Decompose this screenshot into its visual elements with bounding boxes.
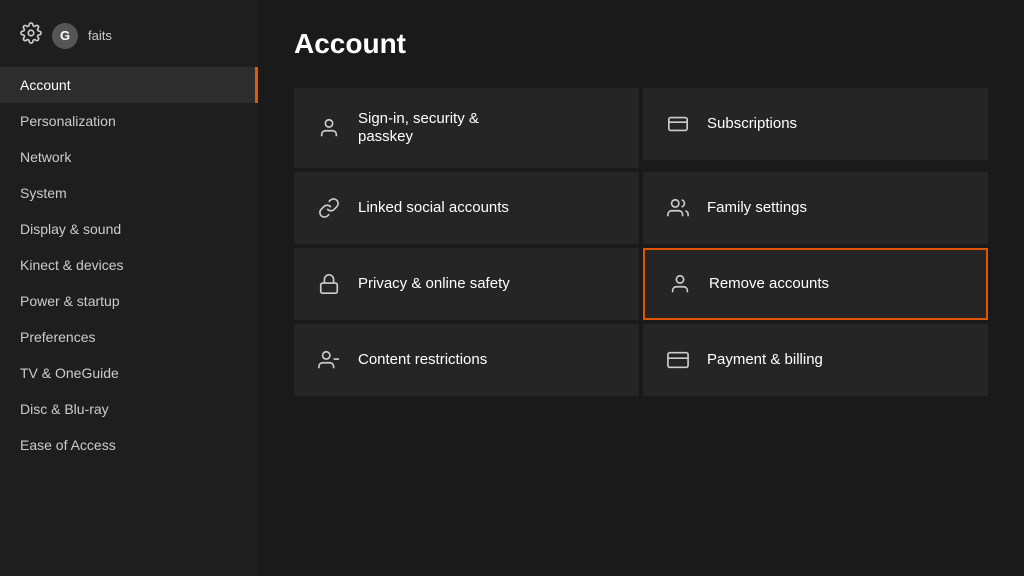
family-settings-label: Family settings — [707, 199, 807, 217]
sidebar-nav: Account Personalization Network System D… — [0, 67, 258, 463]
subscriptions-icon — [665, 113, 691, 135]
linked-social-label: Linked social accounts — [358, 199, 509, 217]
sidebar-item-account[interactable]: Account — [0, 67, 258, 103]
privacy-safety-label: Privacy & online safety — [358, 275, 510, 293]
remove-accounts-label: Remove accounts — [709, 275, 829, 293]
linked-social-item[interactable]: Linked social accounts — [294, 172, 639, 244]
remove-accounts-icon — [667, 273, 693, 295]
sidebar-item-disc-bluray[interactable]: Disc & Blu-ray — [0, 391, 258, 427]
content-restrictions-label: Content restrictions — [358, 351, 487, 369]
sidebar-item-kinect-devices[interactable]: Kinect & devices — [0, 247, 258, 283]
privacy-safety-item[interactable]: Privacy & online safety — [294, 248, 639, 320]
signin-icon — [316, 117, 342, 139]
main-content: Account Sign-in, security &passkey Subsc… — [258, 0, 1024, 576]
sidebar-username: faits — [88, 28, 112, 43]
family-settings-item[interactable]: Family settings — [643, 172, 988, 244]
sidebar-item-ease-access[interactable]: Ease of Access — [0, 427, 258, 463]
subscriptions-item[interactable]: Subscriptions — [643, 88, 988, 160]
linked-social-icon — [316, 197, 342, 219]
payment-icon — [665, 349, 691, 371]
avatar: G — [52, 23, 78, 49]
family-icon — [665, 197, 691, 219]
sidebar: G faits Account Personalization Network … — [0, 0, 258, 576]
sidebar-item-preferences[interactable]: Preferences — [0, 319, 258, 355]
sidebar-item-tv-oneguide[interactable]: TV & OneGuide — [0, 355, 258, 391]
sign-in-label: Sign-in, security &passkey — [358, 110, 479, 146]
sidebar-item-display-sound[interactable]: Display & sound — [0, 211, 258, 247]
subscriptions-label: Subscriptions — [707, 115, 797, 133]
remove-accounts-item[interactable]: Remove accounts — [643, 248, 988, 320]
sidebar-item-system[interactable]: System — [0, 175, 258, 211]
page-title: Account — [294, 28, 988, 60]
privacy-icon — [316, 273, 342, 295]
sidebar-item-power-startup[interactable]: Power & startup — [0, 283, 258, 319]
content-restrictions-item[interactable]: Content restrictions — [294, 324, 639, 396]
payment-billing-item[interactable]: Payment & billing — [643, 324, 988, 396]
settings-grid: Sign-in, security &passkey Subscriptions… — [294, 88, 988, 396]
sidebar-header: G faits — [0, 10, 258, 67]
sidebar-item-personalization[interactable]: Personalization — [0, 103, 258, 139]
payment-billing-label: Payment & billing — [707, 351, 823, 369]
sidebar-item-network[interactable]: Network — [0, 139, 258, 175]
sign-in-item[interactable]: Sign-in, security &passkey — [294, 88, 639, 168]
gear-icon[interactable] — [20, 22, 42, 49]
content-restrictions-icon — [316, 349, 342, 371]
